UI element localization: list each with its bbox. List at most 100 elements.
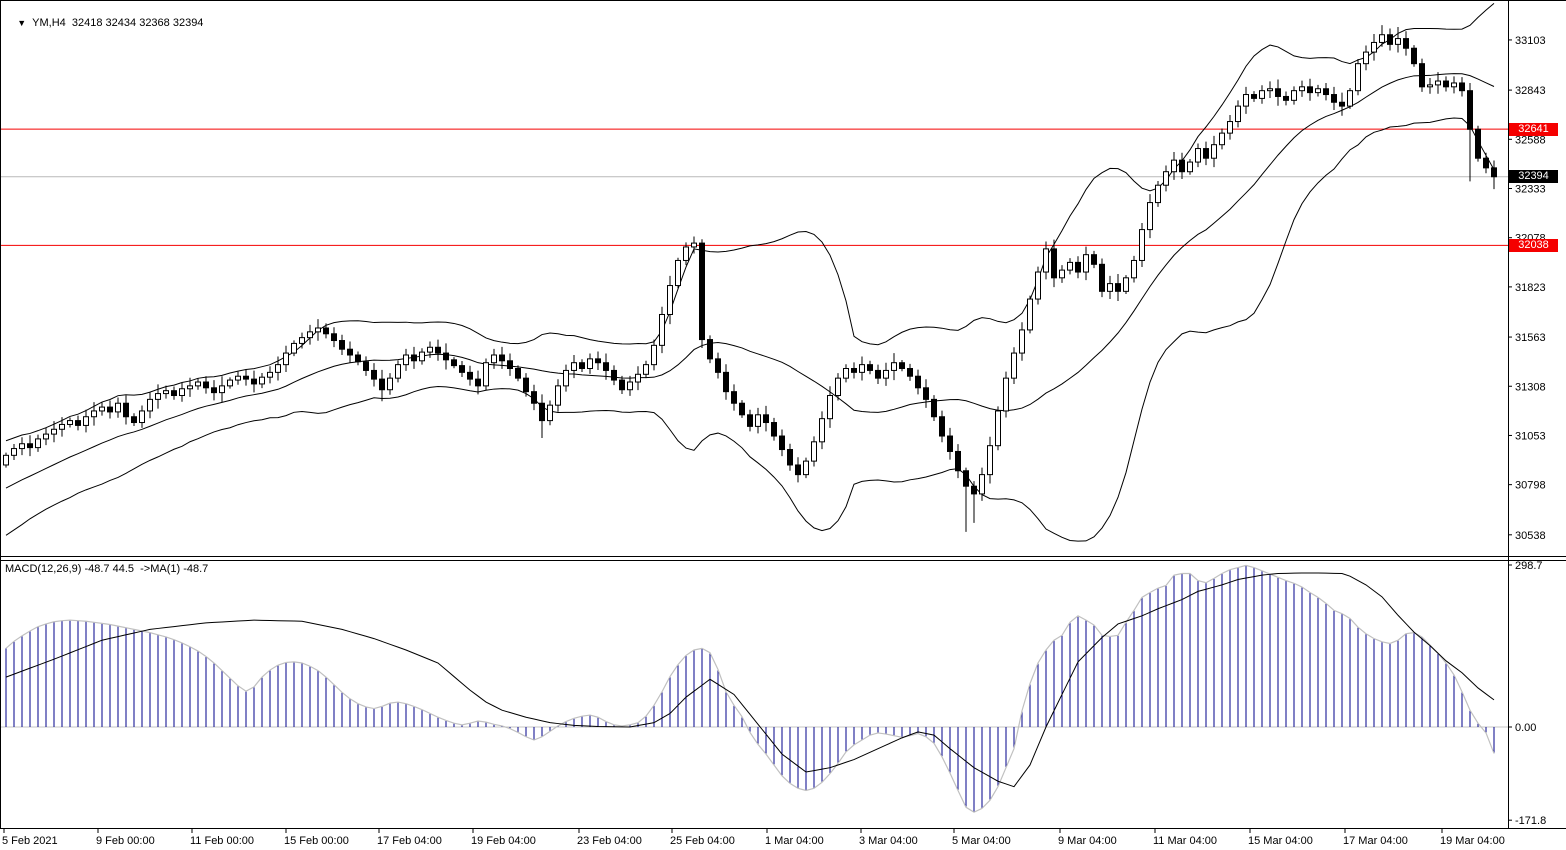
candle[interactable]: [284, 346, 289, 372]
candle[interactable]: [1468, 83, 1473, 181]
time-axis-label[interactable]: 11 Feb 00:00: [190, 835, 254, 847]
candle[interactable]: [756, 408, 761, 433]
candle[interactable]: [1028, 296, 1033, 334]
time-axis-label[interactable]: 11 Mar 04:00: [1153, 835, 1217, 847]
candle[interactable]: [1196, 144, 1201, 168]
candle[interactable]: [564, 365, 569, 392]
candle[interactable]: [580, 359, 585, 372]
candle[interactable]: [1476, 126, 1481, 162]
candle[interactable]: [828, 386, 833, 428]
candle[interactable]: [116, 397, 121, 417]
candle[interactable]: [1412, 45, 1417, 67]
time-axis-label[interactable]: 17 Mar 04:00: [1343, 835, 1408, 847]
candle[interactable]: [860, 357, 865, 381]
candle[interactable]: [532, 385, 537, 410]
candle[interactable]: [964, 468, 969, 532]
time-axis-label[interactable]: 25 Feb 04:00: [670, 835, 735, 847]
candle[interactable]: [212, 380, 217, 400]
candle[interactable]: [508, 353, 513, 375]
time-axis-label[interactable]: 15 Mar 04:00: [1248, 835, 1313, 847]
candle[interactable]: [404, 349, 409, 371]
candle[interactable]: [220, 376, 225, 402]
candle[interactable]: [100, 402, 105, 415]
candle[interactable]: [1268, 81, 1273, 98]
candle[interactable]: [108, 401, 113, 419]
candle[interactable]: [1364, 46, 1369, 71]
candle[interactable]: [956, 444, 961, 478]
candle[interactable]: [692, 237, 697, 254]
candle[interactable]: [1188, 159, 1193, 175]
candle[interactable]: [492, 349, 497, 369]
candle[interactable]: [652, 340, 657, 371]
candle[interactable]: [740, 400, 745, 418]
candle[interactable]: [812, 436, 817, 466]
candle[interactable]: [148, 392, 153, 418]
candle[interactable]: [748, 410, 753, 432]
candle[interactable]: [660, 307, 665, 353]
time-axis-label[interactable]: 1 Mar 04:00: [765, 835, 824, 847]
candle[interactable]: [876, 365, 881, 384]
panel-separator-line-1[interactable]: [0, 556, 1566, 557]
candle[interactable]: [940, 411, 945, 443]
candle[interactable]: [1396, 27, 1401, 52]
candle[interactable]: [780, 429, 785, 456]
candle[interactable]: [1388, 29, 1393, 51]
candle[interactable]: [1484, 153, 1489, 173]
candle[interactable]: [1300, 81, 1305, 97]
panel-separator-line-2[interactable]: [0, 560, 1566, 561]
lower-band-line[interactable]: [6, 118, 1494, 541]
time-axis-label[interactable]: 19 Feb 04:00: [471, 835, 536, 847]
candle[interactable]: [676, 258, 681, 288]
candle[interactable]: [1436, 72, 1441, 94]
candle[interactable]: [916, 370, 921, 395]
candle[interactable]: [708, 335, 713, 363]
candle[interactable]: [308, 325, 313, 345]
candle[interactable]: [324, 323, 329, 338]
candle[interactable]: [852, 362, 857, 378]
candle[interactable]: [1100, 259, 1105, 298]
candle[interactable]: [356, 352, 361, 366]
candle[interactable]: [20, 437, 25, 455]
candle[interactable]: [764, 406, 769, 431]
time-axis-label[interactable]: 15 Feb 00:00: [284, 835, 349, 847]
candle[interactable]: [628, 376, 633, 396]
symbol-dropdown-icon[interactable]: ▼: [17, 18, 26, 28]
time-axis-label[interactable]: 5 Feb 2021: [2, 835, 58, 847]
candle[interactable]: [596, 352, 601, 371]
candle[interactable]: [1156, 181, 1161, 207]
candle[interactable]: [1316, 85, 1321, 97]
candle[interactable]: [1284, 91, 1289, 105]
candle[interactable]: [892, 353, 897, 380]
candle[interactable]: [180, 383, 185, 402]
candle[interactable]: [124, 396, 129, 425]
candle[interactable]: [908, 364, 913, 381]
candle[interactable]: [140, 406, 145, 428]
candle[interactable]: [788, 444, 793, 471]
candle[interactable]: [228, 377, 233, 388]
candle[interactable]: [604, 353, 609, 379]
candle[interactable]: [452, 357, 457, 368]
candle[interactable]: [372, 363, 377, 386]
candle[interactable]: [1356, 59, 1361, 95]
candle[interactable]: [316, 319, 321, 341]
candle[interactable]: [724, 364, 729, 399]
candle[interactable]: [1348, 88, 1353, 109]
time-axis-label[interactable]: 23 Feb 04:00: [577, 835, 642, 847]
candle[interactable]: [204, 376, 209, 393]
candle[interactable]: [1220, 128, 1225, 149]
candle[interactable]: [1020, 322, 1025, 361]
upper-band-line[interactable]: [6, 3, 1494, 440]
candle[interactable]: [820, 411, 825, 449]
candle[interactable]: [1332, 87, 1337, 110]
candle[interactable]: [28, 435, 33, 456]
candle[interactable]: [1260, 85, 1265, 104]
candle[interactable]: [548, 401, 553, 426]
candle[interactable]: [1460, 77, 1465, 96]
candle[interactable]: [1404, 31, 1409, 55]
candle[interactable]: [556, 379, 561, 411]
candle[interactable]: [52, 421, 57, 442]
candle[interactable]: [12, 444, 17, 460]
candle[interactable]: [620, 376, 625, 394]
candle[interactable]: [380, 370, 385, 401]
candle[interactable]: [44, 428, 49, 445]
